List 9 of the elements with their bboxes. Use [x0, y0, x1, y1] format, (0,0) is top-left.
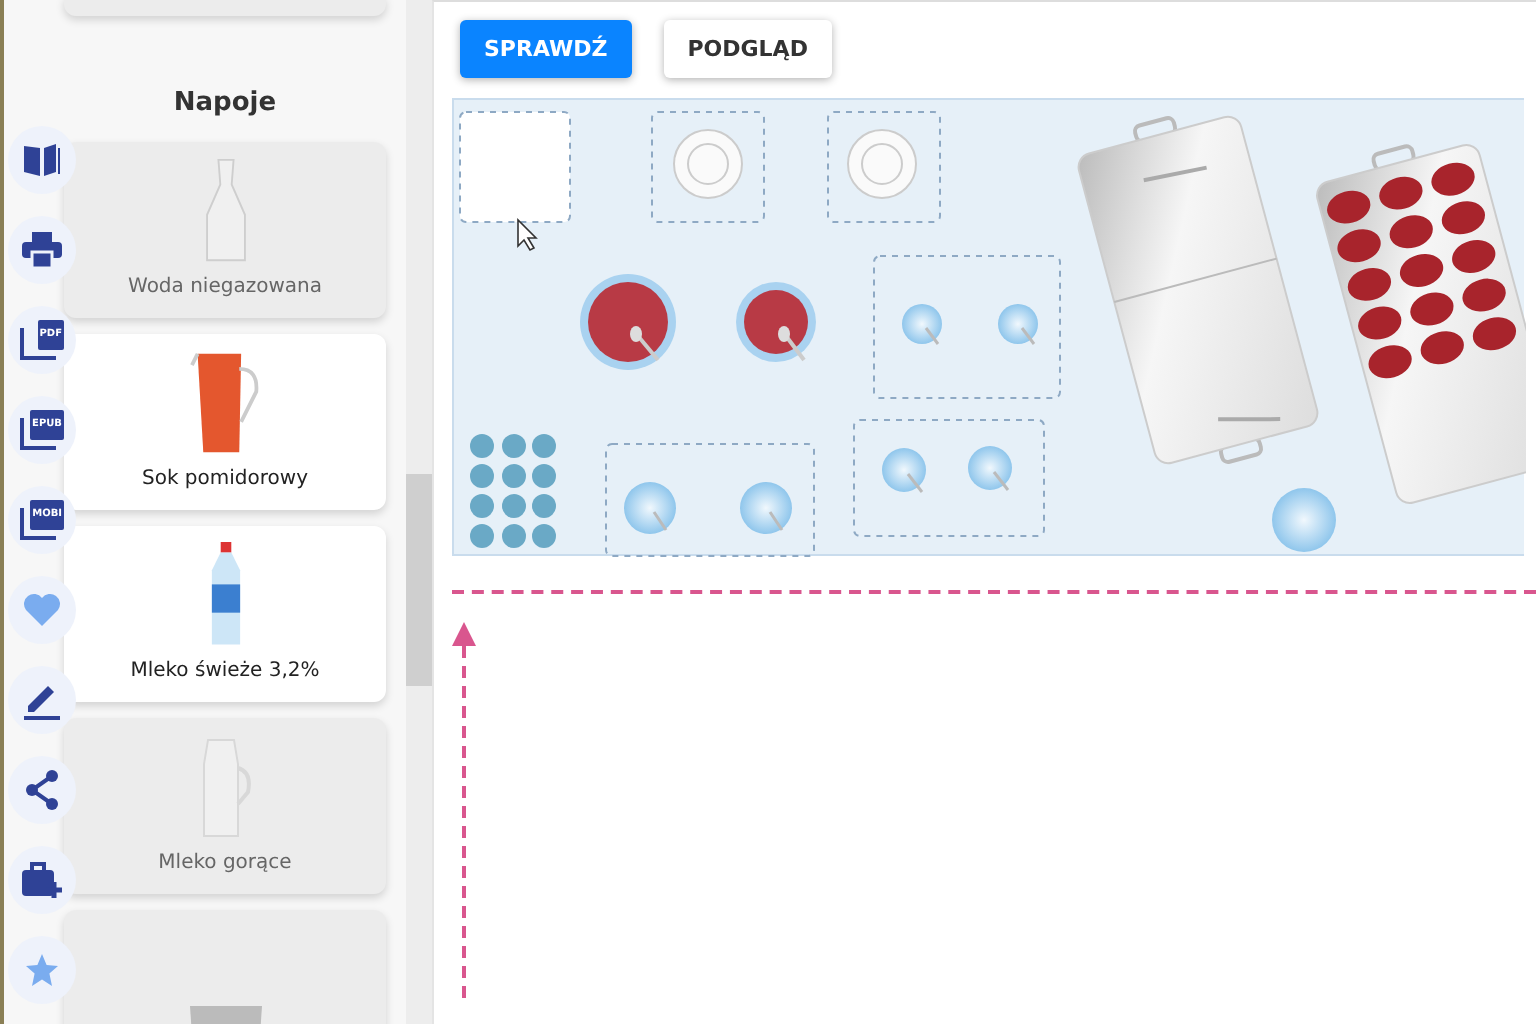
product-label: Mleko świeże 3,2% — [130, 660, 320, 682]
product-label: Sok pomidorowy — [142, 468, 308, 490]
product-card[interactable]: Mleko świeże 3,2% — [64, 526, 386, 702]
check-button[interactable]: SPRAWDŹ — [460, 20, 632, 78]
product-label: Woda niegazowana — [128, 276, 322, 298]
preview-button[interactable]: PODGLĄD — [663, 20, 832, 78]
section-title: Napoje — [171, 88, 279, 118]
product-card[interactable]: Sok pomidorowy — [64, 334, 386, 510]
product-label: Mleko gorące — [158, 852, 292, 874]
